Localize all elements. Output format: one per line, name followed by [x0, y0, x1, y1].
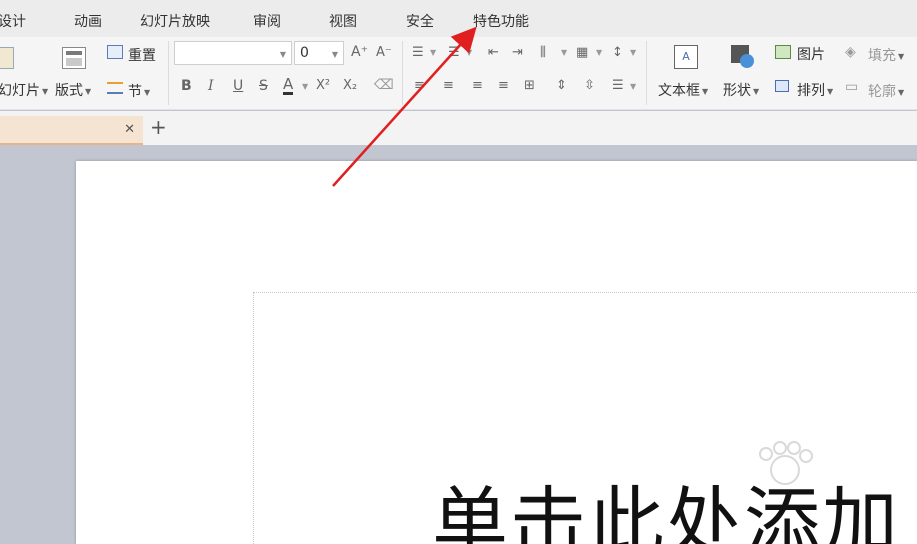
picture-button[interactable]: 图片: [797, 44, 825, 64]
menu-special-features[interactable]: 特色功能: [473, 11, 529, 31]
increase-indent-icon[interactable]: ⇥: [512, 46, 523, 59]
italic-button[interactable]: I: [208, 79, 214, 93]
distribute-icon[interactable]: ⊞: [524, 79, 535, 92]
menu-security[interactable]: 安全: [406, 11, 434, 31]
shape-icon-circle: [740, 54, 754, 68]
fill-button[interactable]: 填充 ▼: [868, 45, 904, 65]
chevron-down-icon[interactable]: ▼: [302, 83, 308, 91]
new-slide-icon[interactable]: [0, 47, 14, 69]
close-icon[interactable]: ✕: [124, 122, 135, 137]
outline-icon[interactable]: ▭: [845, 80, 858, 94]
layout-button[interactable]: 版式 ▼: [55, 80, 91, 100]
textbox-button[interactable]: 文本框 ▼: [658, 80, 708, 100]
paragraph-settings-icon[interactable]: ☰: [612, 79, 624, 92]
document-tab-strip: ✕ +: [0, 111, 917, 145]
layout-label: 版式: [55, 83, 83, 99]
font-color-button[interactable]: A: [283, 77, 294, 95]
align-left-icon[interactable]: ≡: [414, 79, 425, 92]
numbering-icon[interactable]: ☰: [448, 46, 460, 59]
menu-animation[interactable]: 动画: [74, 11, 102, 31]
watermark-icon: [759, 441, 813, 485]
underline-button[interactable]: U: [233, 79, 243, 93]
section-icon[interactable]: [107, 82, 123, 94]
shape-button[interactable]: 形状 ▼: [723, 80, 759, 100]
bullets-icon[interactable]: ☰: [412, 46, 424, 59]
menu-bar: 设计 动画 幻灯片放映 审阅 视图 安全 特色功能: [0, 0, 917, 37]
grow-font-icon[interactable]: A⁺: [351, 45, 368, 59]
document-tab[interactable]: ✕: [0, 116, 143, 145]
chevron-down-icon[interactable]: ▼: [466, 49, 472, 57]
chevron-down-icon: ▼: [144, 87, 151, 97]
chevron-down-icon[interactable]: ▼: [630, 83, 636, 91]
outline-button[interactable]: 轮廓 ▼: [868, 81, 904, 101]
text-align-vertical-icon[interactable]: ↕: [612, 46, 623, 59]
chevron-down-icon[interactable]: ▼: [630, 49, 636, 57]
chevron-down-icon: ▼: [279, 50, 286, 59]
decrease-indent-icon[interactable]: ⇤: [488, 46, 499, 59]
picture-icon[interactable]: [775, 45, 791, 59]
superscript-button[interactable]: X²: [316, 79, 330, 92]
reset-icon[interactable]: [107, 45, 123, 59]
section-button[interactable]: 节 ▼: [128, 81, 150, 101]
font-size-value: 0: [300, 45, 309, 61]
divider: [402, 41, 403, 105]
chevron-down-icon[interactable]: ▼: [596, 49, 602, 57]
textbox-icon[interactable]: A: [674, 45, 698, 69]
menu-design[interactable]: 设计: [0, 11, 26, 31]
divider: [646, 41, 647, 105]
chevron-down-icon: ▼: [702, 86, 709, 96]
chevron-down-icon: ▼: [898, 87, 905, 97]
outline-label: 轮廓: [868, 84, 896, 100]
chevron-down-icon: ▼: [331, 50, 338, 59]
new-tab-icon[interactable]: +: [150, 117, 167, 137]
divider: [168, 41, 169, 105]
chevron-down-icon: ▼: [753, 86, 760, 96]
justify-icon[interactable]: ≡: [498, 79, 509, 92]
subscript-button[interactable]: X₂: [343, 79, 357, 92]
align-right-icon[interactable]: ≡: [472, 79, 483, 92]
columns-icon[interactable]: ▦: [576, 46, 588, 59]
chevron-down-icon: ▼: [42, 86, 49, 96]
text-direction-icon[interactable]: ⫼: [540, 46, 546, 59]
clear-format-icon[interactable]: ⌫: [374, 78, 394, 92]
font-size-combo[interactable]: 0 ▼: [294, 41, 344, 65]
new-slide-label: 幻灯片: [0, 83, 40, 99]
align-center-icon[interactable]: ≡: [443, 79, 454, 92]
textbox-label: 文本框: [658, 83, 700, 99]
line-spacing-icon[interactable]: ⇕: [556, 79, 567, 92]
font-name-combo[interactable]: ▼: [174, 41, 292, 65]
layout-icon[interactable]: [62, 47, 86, 69]
fill-label: 填充: [868, 48, 896, 64]
shape-label: 形状: [723, 83, 751, 99]
menu-review[interactable]: 审阅: [253, 11, 281, 31]
chevron-down-icon[interactable]: ▼: [430, 49, 436, 57]
chevron-down-icon[interactable]: ▼: [561, 49, 567, 57]
menu-slideshow[interactable]: 幻灯片放映: [140, 11, 210, 31]
chevron-down-icon: ▼: [85, 86, 92, 96]
new-slide-button[interactable]: 幻灯片 ▼: [0, 80, 48, 100]
ribbon: 幻灯片 ▼ 版式 ▼ 重置 节 ▼ ▼ 0 ▼ A⁺ A⁻ B I U S A ▼ X…: [0, 37, 917, 110]
arrange-button[interactable]: 排列 ▼: [797, 80, 833, 100]
bold-button[interactable]: B: [181, 79, 192, 93]
arrange-label: 排列: [797, 83, 825, 99]
chevron-down-icon: ▼: [898, 51, 905, 61]
menu-view[interactable]: 视图: [329, 11, 357, 31]
arrange-icon[interactable]: [775, 80, 789, 92]
reset-button[interactable]: 重置: [128, 45, 156, 65]
chevron-down-icon: ▼: [827, 86, 834, 96]
shrink-font-icon[interactable]: A⁻: [376, 46, 392, 59]
section-label: 节: [128, 84, 142, 100]
fill-icon[interactable]: ◈: [845, 45, 856, 59]
strikethrough-button[interactable]: S: [259, 79, 268, 93]
paragraph-spacing-icon[interactable]: ⇳: [584, 79, 595, 92]
